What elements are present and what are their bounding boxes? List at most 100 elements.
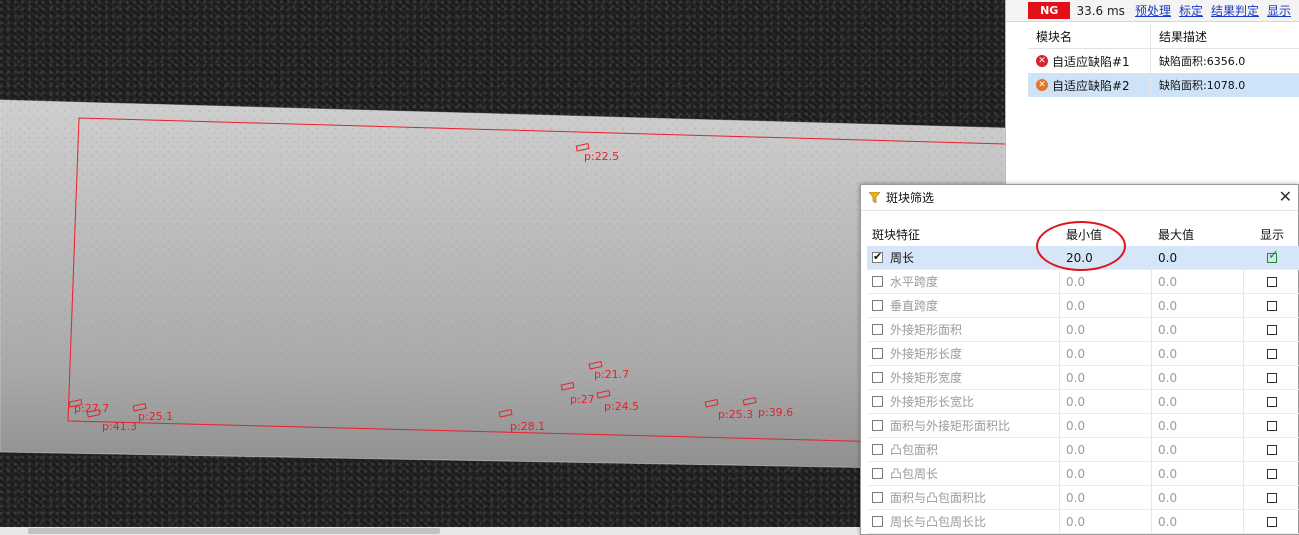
min-value-cell[interactable]: 0.0 (1066, 323, 1085, 337)
table-row[interactable]: 外接矩形长度 0.0 0.0 (867, 342, 1299, 366)
min-value-cell[interactable]: 0.0 (1066, 467, 1085, 481)
max-value-cell[interactable]: 0.0 (1158, 371, 1177, 385)
feature-label: 凸包周长 (890, 467, 939, 481)
feature-label: 外接矩形面积 (890, 323, 963, 337)
max-value-cell[interactable]: 0.0 (1158, 347, 1177, 361)
max-value-cell[interactable]: 0.0 (1158, 443, 1177, 457)
column-header-module[interactable]: 模块名 (1028, 24, 1151, 48)
show-checkbox[interactable] (1267, 348, 1277, 359)
result-judge-link[interactable]: 结果判定 (1211, 2, 1259, 19)
table-row[interactable]: ✕ 自适应缺陷#1 缺陷面积:6356.0 (1028, 49, 1299, 73)
table-row[interactable]: 外接矩形宽度 0.0 0.0 (867, 366, 1299, 390)
max-value-cell[interactable]: 0.0 (1158, 467, 1177, 481)
min-value-cell[interactable]: 0.0 (1066, 443, 1085, 457)
min-value-cell[interactable]: 0.0 (1066, 371, 1085, 385)
feature-label: 水平跨度 (890, 275, 939, 289)
enable-checkbox[interactable] (872, 420, 883, 431)
enable-checkbox[interactable] (872, 444, 883, 455)
horizontal-scrollbar[interactable] (0, 527, 1005, 535)
min-value-cell[interactable]: 0.0 (1066, 299, 1085, 313)
close-icon[interactable]: ✕ (1279, 187, 1292, 206)
table-row[interactable]: 凸包面积 0.0 0.0 (867, 438, 1299, 462)
blob-label: p:39.6 (758, 406, 793, 419)
show-checkbox[interactable] (1267, 300, 1277, 311)
table-row[interactable]: 外接矩形长宽比 0.0 0.0 (867, 390, 1299, 414)
enable-checkbox[interactable] (872, 300, 883, 311)
table-row[interactable]: 垂直跨度 0.0 0.0 (867, 294, 1299, 318)
status-badge: NG (1028, 2, 1071, 19)
show-checkbox[interactable] (1267, 444, 1277, 455)
show-checkbox[interactable] (1267, 420, 1277, 431)
max-value-cell[interactable]: 0.0 (1158, 323, 1177, 337)
table-row[interactable]: 凸包周长 0.0 0.0 (867, 462, 1299, 486)
show-checkbox[interactable] (1267, 324, 1277, 335)
image-viewer[interactable]: p:22.5 p:27.7 p:25.1 p:41.3 p:21.7 p:27 p:24.5… (0, 0, 1005, 535)
max-value-cell[interactable]: 0.0 (1158, 419, 1177, 433)
min-value-cell[interactable]: 0.0 (1066, 491, 1085, 505)
display-link[interactable]: 显示 (1267, 2, 1291, 19)
show-checkbox[interactable] (1267, 248, 1279, 263)
blob-label: p:25.1 (138, 410, 173, 423)
enable-checkbox[interactable] (872, 396, 883, 407)
feature-label: 外接矩形长宽比 (890, 395, 975, 409)
dialog-title: 斑块筛选 (886, 191, 935, 205)
result-description: 缺陷面积:1078.0 (1159, 79, 1246, 92)
enable-checkbox[interactable] (872, 348, 883, 359)
calibrate-link[interactable]: 标定 (1179, 2, 1203, 19)
show-checkbox[interactable] (1267, 492, 1277, 503)
filter-icon (869, 192, 880, 203)
feature-label: 周长 (890, 251, 915, 265)
dialog-titlebar[interactable]: 斑块筛选 ✕ (861, 185, 1298, 211)
max-value-cell[interactable]: 0.0 (1158, 515, 1177, 529)
max-value-cell[interactable]: 0.0 (1158, 395, 1177, 409)
warning-error-icon: ✕ (1036, 79, 1048, 91)
enable-checkbox[interactable] (872, 372, 883, 383)
enable-checkbox[interactable] (872, 468, 883, 479)
min-value-cell[interactable]: 0.0 (1066, 515, 1085, 529)
results-table-header: 模块名 结果描述 (1028, 24, 1299, 49)
min-value-cell[interactable]: 0.0 (1066, 347, 1085, 361)
show-checkbox[interactable] (1267, 276, 1277, 287)
show-checkbox[interactable] (1267, 468, 1277, 479)
grid-body: 周长20.00.0水平跨度0.00.0垂直跨度0.00.0外接矩形面积0.00.… (867, 246, 1299, 534)
show-checkbox[interactable] (1267, 516, 1277, 527)
table-row[interactable]: ✕ 自适应缺陷#2 缺陷面积:1078.0 (1028, 73, 1299, 97)
feature-label: 凸包面积 (890, 443, 939, 457)
table-row[interactable]: 周长与凸包周长比 0.0 0.0 (867, 510, 1299, 534)
table-row[interactable]: 水平跨度 0.0 0.0 (867, 270, 1299, 294)
max-value-cell[interactable]: 0.0 (1158, 275, 1177, 289)
results-table: 模块名 结果描述 ✕ 自适应缺陷#1 缺陷面积:6356.0 ✕ 自适应缺陷#2… (1028, 24, 1299, 97)
enable-checkbox[interactable] (872, 250, 883, 263)
table-row[interactable]: 面积与凸包面积比 0.0 0.0 (867, 486, 1299, 510)
min-value-cell[interactable]: 0.0 (1066, 275, 1085, 289)
table-row[interactable]: 外接矩形面积 0.0 0.0 (867, 318, 1299, 342)
min-value-cell[interactable]: 0.0 (1066, 395, 1085, 409)
scrollbar-thumb[interactable] (28, 528, 440, 534)
blob-label: p:24.5 (604, 400, 639, 413)
table-row[interactable]: 面积与外接矩形面积比 0.0 0.0 (867, 414, 1299, 438)
max-value-cell[interactable]: 0.0 (1158, 491, 1177, 505)
max-value-cell[interactable]: 0.0 (1158, 299, 1177, 313)
enable-checkbox[interactable] (872, 276, 883, 287)
result-toolbar: NG 33.6 ms 预处理 标定 结果判定 显示 (1006, 0, 1299, 22)
feature-label: 外接矩形宽度 (890, 371, 963, 385)
feature-label: 面积与外接矩形面积比 (890, 419, 1011, 433)
module-name: 自适应缺陷#2 (1052, 78, 1130, 93)
column-header-description[interactable]: 结果描述 (1151, 24, 1299, 48)
blob-label: p:25.3 (718, 408, 753, 421)
feature-label: 面积与凸包面积比 (890, 491, 987, 505)
show-checkbox[interactable] (1267, 372, 1277, 383)
column-header-feature: 斑块特征 (872, 227, 921, 242)
feature-label: 周长与凸包周长比 (890, 515, 987, 529)
preprocess-link[interactable]: 预处理 (1135, 2, 1171, 19)
max-value-cell[interactable]: 0.0 (1158, 251, 1177, 265)
min-value-cell[interactable]: 0.0 (1066, 419, 1085, 433)
show-checkbox[interactable] (1267, 396, 1277, 407)
enable-checkbox[interactable] (872, 516, 883, 527)
blob-label: p:27 (570, 393, 595, 406)
error-icon: ✕ (1036, 55, 1048, 67)
enable-checkbox[interactable] (872, 324, 883, 335)
enable-checkbox[interactable] (872, 492, 883, 503)
elapsed-time: 33.6 ms (1076, 3, 1125, 18)
blob-label: p:41.3 (102, 420, 137, 433)
